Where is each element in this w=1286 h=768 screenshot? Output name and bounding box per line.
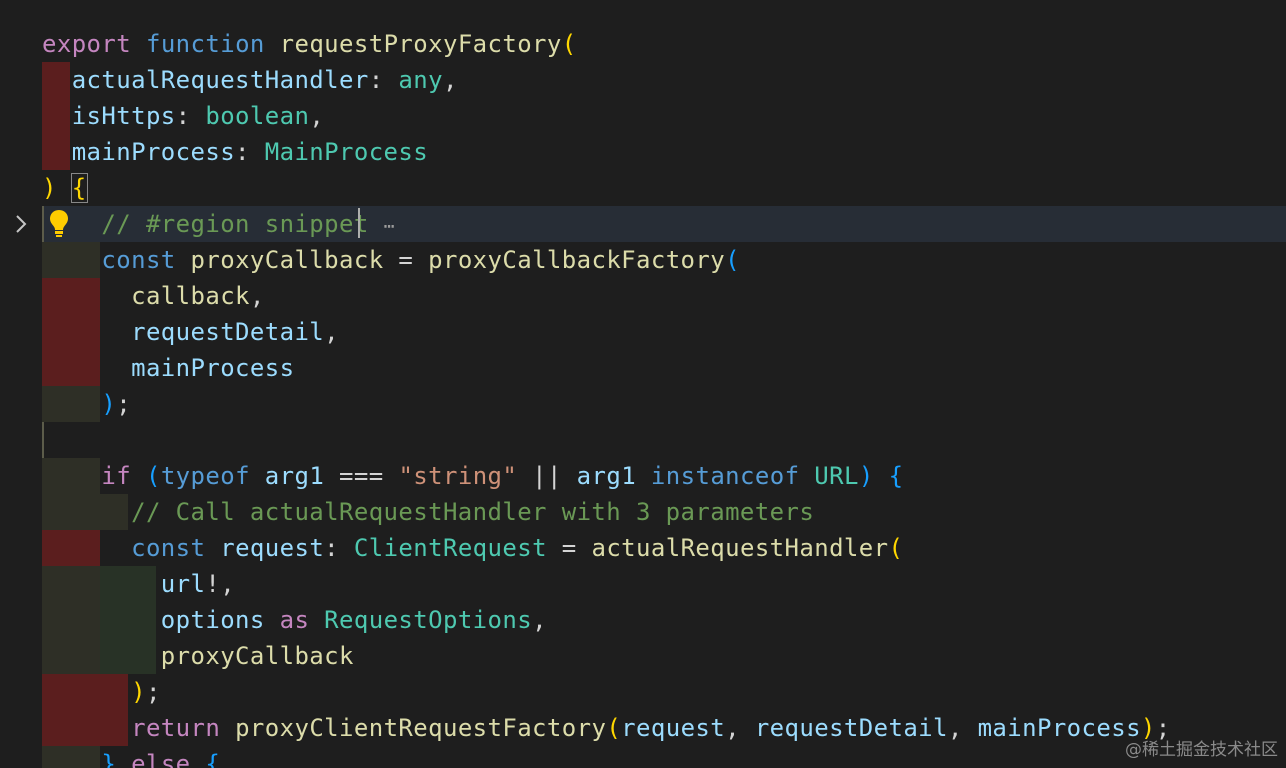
punct: , bbox=[309, 102, 325, 130]
bracket: } bbox=[101, 750, 117, 768]
code-line-16: url!, bbox=[42, 566, 235, 602]
punct: = bbox=[383, 246, 429, 274]
argument: proxyCallback bbox=[160, 642, 354, 670]
punct: : bbox=[175, 102, 206, 130]
type: URL bbox=[814, 462, 859, 490]
keyword: else bbox=[131, 750, 191, 768]
variable-name: request bbox=[220, 534, 325, 562]
string: "string" bbox=[398, 462, 518, 490]
argument: callback bbox=[131, 282, 250, 310]
code-line-10: mainProcess bbox=[42, 350, 294, 386]
chevron-right-icon[interactable] bbox=[12, 212, 30, 236]
punct: = bbox=[546, 534, 592, 562]
code-line-13: if (typeof arg1 === "string" || arg1 ins… bbox=[42, 458, 903, 494]
punct: , bbox=[532, 606, 547, 634]
variable: arg1 bbox=[576, 462, 637, 490]
punct: , bbox=[324, 318, 340, 346]
keyword: instanceof bbox=[650, 462, 800, 490]
type: ClientRequest bbox=[353, 534, 547, 562]
code-line-11: ); bbox=[42, 386, 131, 422]
code-line-9: requestDetail, bbox=[42, 314, 339, 350]
punct: , bbox=[249, 282, 265, 310]
bracket: { bbox=[205, 750, 221, 768]
keyword: typeof bbox=[160, 462, 250, 490]
folded-ellipsis[interactable]: ⋯ bbox=[384, 216, 395, 237]
argument: mainProcess bbox=[131, 354, 295, 382]
punct: !, bbox=[205, 570, 236, 598]
argument: request bbox=[621, 714, 726, 742]
param: mainProcess bbox=[71, 138, 236, 166]
variable-name: proxyCallback bbox=[190, 246, 384, 274]
text-cursor bbox=[358, 208, 360, 238]
function-name: actualRequestHandler bbox=[591, 534, 889, 562]
keyword: as bbox=[279, 606, 310, 634]
code-line-4: mainProcess: MainProcess bbox=[42, 134, 428, 170]
code-line-5: ) { bbox=[42, 170, 88, 206]
code-line-21: } else { bbox=[42, 746, 220, 768]
argument: url bbox=[160, 570, 206, 598]
keyword: const bbox=[131, 534, 206, 562]
punct: : bbox=[324, 534, 354, 562]
comment: // #region snippet bbox=[101, 210, 369, 238]
variable: arg1 bbox=[264, 462, 325, 490]
type: any bbox=[398, 66, 443, 94]
bracket: ( bbox=[725, 246, 740, 274]
bracket: ) bbox=[101, 390, 117, 418]
argument: requestDetail bbox=[131, 318, 325, 346]
argument: requestDetail bbox=[754, 714, 948, 742]
function-name: requestProxyFactory bbox=[279, 30, 562, 58]
keyword: function bbox=[145, 30, 265, 58]
code-line-1: export function requestProxyFactory( bbox=[42, 26, 577, 62]
comment: // Call actualRequestHandler with 3 para… bbox=[131, 498, 815, 526]
code-line-19: ); bbox=[42, 674, 161, 710]
operator: || bbox=[517, 462, 577, 490]
function-name: proxyCallbackFactory bbox=[428, 246, 726, 274]
type: boolean bbox=[205, 102, 310, 130]
punct: : bbox=[368, 66, 399, 94]
bracket: ( bbox=[606, 714, 622, 742]
keyword: return bbox=[131, 714, 221, 742]
punct: ; bbox=[145, 678, 161, 706]
bracket: { bbox=[888, 462, 904, 490]
watermark: @稀土掘金技术社区 bbox=[1125, 740, 1278, 760]
keyword: const bbox=[101, 246, 176, 274]
code-line-7: const proxyCallback = proxyCallbackFacto… bbox=[42, 242, 740, 278]
bracket: ( bbox=[561, 30, 577, 58]
bracket: ( bbox=[145, 462, 161, 490]
code-line-15: const request: ClientRequest = actualReq… bbox=[42, 530, 903, 566]
param: isHttps bbox=[71, 102, 176, 130]
punct: : bbox=[235, 138, 265, 166]
code-line-18: proxyCallback bbox=[42, 638, 354, 674]
keyword: export bbox=[42, 30, 132, 58]
code-line-6[interactable]: // #region snippet ⋯ bbox=[42, 206, 395, 242]
operator: === bbox=[324, 462, 399, 490]
code-line-8: callback, bbox=[42, 278, 265, 314]
code-editor[interactable]: export function requestProxyFactory( act… bbox=[0, 0, 1286, 768]
code-line-3: isHttps: boolean, bbox=[42, 98, 324, 134]
function-name: proxyClientRequestFactory bbox=[235, 714, 607, 742]
bracket: ) bbox=[131, 678, 146, 706]
code-line-14: // Call actualRequestHandler with 3 para… bbox=[42, 494, 814, 530]
punct: ; bbox=[116, 390, 132, 418]
code-line-17: options as RequestOptions, bbox=[42, 602, 547, 638]
type: RequestOptions bbox=[324, 606, 533, 634]
code-line-20: return proxyClientRequestFactory(request… bbox=[131, 714, 1171, 742]
argument: mainProcess bbox=[977, 714, 1141, 742]
punct: , bbox=[442, 66, 458, 94]
argument: options bbox=[160, 606, 265, 634]
bracket: ) bbox=[42, 174, 57, 202]
code-line-2: actualRequestHandler: any, bbox=[42, 62, 458, 98]
bracket: ( bbox=[888, 534, 904, 562]
keyword: if bbox=[101, 462, 132, 490]
bracket: { bbox=[70, 173, 88, 203]
bracket: ) bbox=[858, 462, 874, 490]
param: actualRequestHandler bbox=[71, 66, 369, 94]
type: MainProcess bbox=[264, 138, 429, 166]
